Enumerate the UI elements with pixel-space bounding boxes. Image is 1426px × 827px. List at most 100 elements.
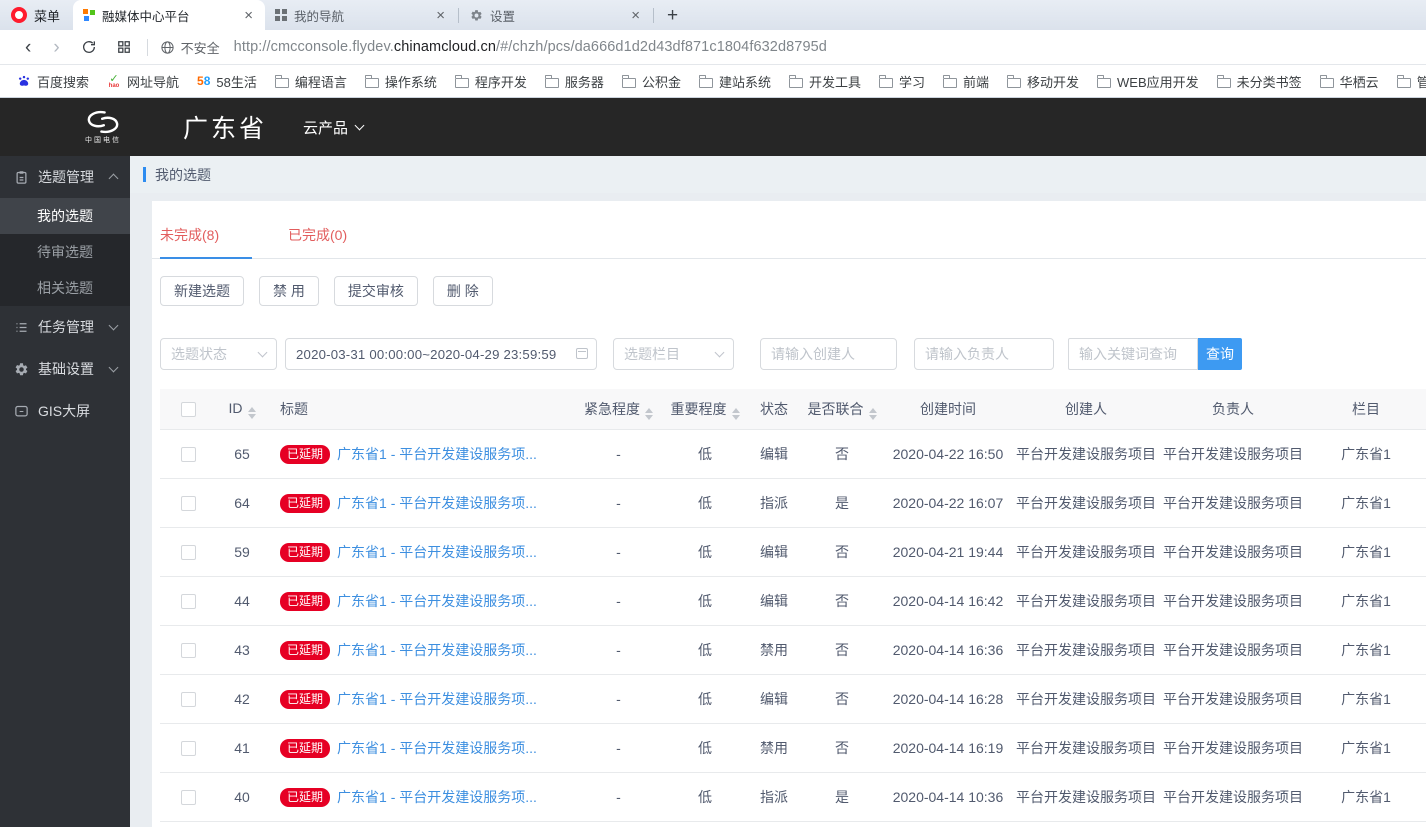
sidebar-group[interactable]: 基础设置 <box>0 348 130 390</box>
row-checkbox[interactable] <box>180 741 196 757</box>
sort-icon[interactable] <box>247 406 256 419</box>
bookmark-item[interactable]: 前端 <box>934 69 998 93</box>
keyword-input[interactable] <box>1068 338 1198 370</box>
sidebar-subitem[interactable]: 待审选题 <box>0 234 130 270</box>
tab-close-icon[interactable]: × <box>242 7 255 24</box>
sort-icon[interactable] <box>731 407 740 420</box>
toolbar-button[interactable]: 新建选题 <box>160 276 244 306</box>
column-header-label: 紧急程度 <box>584 400 640 417</box>
row-status: 指派 <box>748 772 800 822</box>
toolbar-button[interactable]: 提交审核 <box>333 276 418 306</box>
sidebar-subitem[interactable]: 我的选题 <box>0 198 130 234</box>
browser-menu-button[interactable]: 菜单 <box>0 0 73 30</box>
tab-unfinished[interactable]: 未完成(8) <box>160 225 252 259</box>
row-checkbox[interactable] <box>180 643 196 659</box>
browser-tab[interactable]: 设置 × <box>460 0 652 30</box>
column-header[interactable]: 紧急程度 <box>575 389 662 430</box>
sidebar-group[interactable]: 选题管理 <box>0 156 130 198</box>
tab-separator <box>653 7 655 23</box>
toolbar-button[interactable]: 禁 用 <box>259 276 319 306</box>
table-row: 40 已延期 广东省1 - 平台开发建设服务项... - 低指派是 2020-04-14 … <box>160 772 1426 822</box>
bookmark-item[interactable]: 程序开发 <box>446 69 536 93</box>
bookmark-item[interactable]: 操作系统 <box>356 69 446 93</box>
browser-tab[interactable]: 融媒体中心平台 × <box>73 0 266 30</box>
sort-icon[interactable] <box>868 407 877 420</box>
bookmark-item[interactable]: 百度搜索 <box>8 69 98 93</box>
topic-title-link[interactable]: 广东省1 - 平台开发建设服务项... <box>337 542 537 562</box>
topic-title-link[interactable]: 广东省1 - 平台开发建设服务项... <box>337 787 537 807</box>
row-checkbox[interactable] <box>180 692 196 708</box>
back-icon[interactable]: ‹ <box>14 38 42 57</box>
row-column: 广东省1 <box>1306 429 1426 479</box>
new-tab-button[interactable]: + <box>655 6 690 25</box>
china-telecom-logo-icon <box>87 110 119 133</box>
search-button[interactable]: 查询 <box>1198 338 1242 370</box>
sidebar-group[interactable]: GIS大屏 <box>0 390 130 432</box>
speed-dial-icon[interactable] <box>107 40 141 54</box>
bookmark-item[interactable]: 公积金 <box>613 69 690 93</box>
folder-icon <box>878 74 893 88</box>
topic-title-link[interactable]: 广东省1 - 平台开发建设服务项... <box>337 444 537 464</box>
product-menu[interactable]: 云产品 <box>303 117 365 138</box>
sidebar-group[interactable]: 任务管理 <box>0 306 130 348</box>
bookmark-item[interactable]: 建站系统 <box>690 69 780 93</box>
bookmark-item[interactable]: 开发工具 <box>780 69 870 93</box>
sidebar-subitem[interactable]: 相关选题 <box>0 270 130 306</box>
url-field[interactable]: http://cmcconsole.flydev.chinamcloud.cn/… <box>234 39 827 55</box>
column-header[interactable]: 是否联合 <box>800 389 884 430</box>
bookmark-label: 移动开发 <box>1027 74 1080 90</box>
app-header: 中国电信 广东省 云产品 <box>0 98 1426 156</box>
date-range-input[interactable] <box>285 338 597 370</box>
tab-close-icon[interactable]: × <box>434 7 447 24</box>
breadcrumb: 我的选题 <box>130 156 1426 193</box>
bookmark-item[interactable]: WEB应用开发 <box>1088 69 1208 93</box>
bookmark-item[interactable]: ✓ hao 网址导航 <box>98 69 188 93</box>
bookmark-item[interactable]: 编程语言 <box>266 69 356 93</box>
owner-input[interactable] <box>914 338 1054 370</box>
column-header[interactable]: 重要程度 <box>662 389 748 430</box>
bookmark-item[interactable]: 移动开发 <box>998 69 1088 93</box>
sort-icon[interactable] <box>645 407 653 420</box>
bookmark-item[interactable]: 学习 <box>870 69 934 93</box>
tab-close-icon[interactable]: × <box>629 7 642 24</box>
category-select[interactable]: 选题栏目 <box>613 338 734 370</box>
bookmark-item[interactable]: 华栖云 <box>1311 69 1388 93</box>
row-checkbox[interactable] <box>180 790 196 806</box>
select-all-checkbox[interactable] <box>180 402 196 418</box>
reload-icon[interactable] <box>71 39 107 55</box>
topics-table: ID 标题 紧急程度 重要程度 状态 是否联合 创建时间 创建人 负责人 栏目 65 已延期 广东省1… <box>160 389 1426 822</box>
site-security-badge[interactable]: 不安全 <box>160 38 220 57</box>
bookmark-item[interactable]: 58 58生活 <box>188 69 266 93</box>
table-row: 41 已延期 广东省1 - 平台开发建设服务项... - 低禁用否 2020-04-14 … <box>160 723 1426 773</box>
row-checkbox[interactable] <box>180 496 196 512</box>
row-status: 指派 <box>748 478 800 528</box>
column-header: 标题 <box>268 389 575 430</box>
bookmark-item[interactable]: 服务器 <box>536 69 613 93</box>
topic-title-link[interactable]: 广东省1 - 平台开发建设服务项... <box>337 493 537 513</box>
row-id: 42 <box>216 674 268 724</box>
bookmark-item[interactable]: 未分类书签 <box>1208 69 1311 93</box>
brand-name: 中国电信 <box>85 136 121 144</box>
row-checkbox[interactable] <box>180 545 196 561</box>
overdue-badge: 已延期 <box>280 689 331 709</box>
topic-title-link[interactable]: 广东省1 - 平台开发建设服务项... <box>337 738 537 758</box>
column-header[interactable]: ID <box>216 389 268 430</box>
overdue-badge: 已延期 <box>280 444 331 464</box>
tab-title: 融媒体中心平台 <box>102 9 190 24</box>
tab-finished[interactable]: 已完成(0) <box>288 225 380 258</box>
topic-title-link[interactable]: 广东省1 - 平台开发建设服务项... <box>337 640 537 660</box>
toolbar-button[interactable]: 删 除 <box>432 276 493 306</box>
status-select[interactable]: 选题状态 <box>160 338 277 370</box>
row-column: 广东省1 <box>1306 772 1426 822</box>
column-header-label: 栏目 <box>1352 401 1380 417</box>
table-row: 42 已延期 广东省1 - 平台开发建设服务项... - 低编辑否 2020-04-14 … <box>160 674 1426 724</box>
row-checkbox[interactable] <box>180 447 196 463</box>
topic-title-link[interactable]: 广东省1 - 平台开发建设服务项... <box>337 689 537 709</box>
topic-title-link[interactable]: 广东省1 - 平台开发建设服务项... <box>337 591 537 611</box>
forward-icon[interactable]: › <box>42 38 70 57</box>
browser-tab[interactable]: 我的导航 × <box>265 0 457 30</box>
row-checkbox[interactable] <box>180 594 196 610</box>
table-row: 64 已延期 广东省1 - 平台开发建设服务项... - 低指派是 2020-04-22 … <box>160 478 1426 528</box>
bookmark-item[interactable]: 管理和监控 <box>1388 69 1426 93</box>
creator-input[interactable] <box>760 338 897 370</box>
